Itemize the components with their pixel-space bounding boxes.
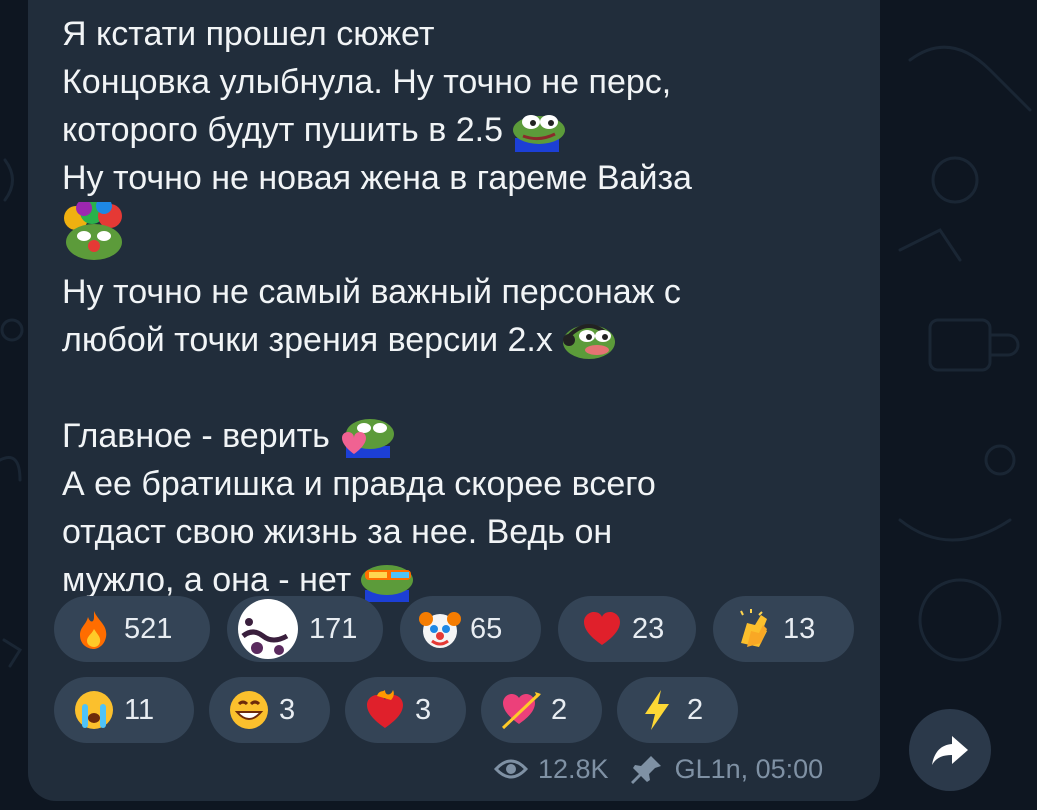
reaction-heart-button[interactable]: 23 xyxy=(558,596,696,662)
grinning-face-icon xyxy=(227,688,271,732)
clown-pepe-emoji-icon xyxy=(62,198,126,264)
message-line: отдаст свою жизнь за нее. Ведь он xyxy=(62,513,613,551)
heart-on-fire-icon xyxy=(363,688,407,732)
author-and-time: GL1n, 05:00 xyxy=(674,753,824,784)
fire-icon xyxy=(72,607,116,651)
message-line: которого будут пушить в 2.5 xyxy=(62,106,872,154)
reaction-clown-button[interactable]: 65 xyxy=(400,596,541,662)
reaction-clap-button[interactable]: 13 xyxy=(713,596,854,662)
share-arrow-icon xyxy=(932,736,968,765)
message-line: Главное - верить xyxy=(62,412,872,460)
message-line: Концовка улыбнула. Ну точно не перс, xyxy=(62,63,672,101)
high-voltage-icon xyxy=(635,688,679,732)
message-line: Ну точно не новая жена в гареме Вайза xyxy=(62,159,692,197)
eye-icon xyxy=(493,752,529,786)
heart-pepe-emoji-icon xyxy=(336,414,396,458)
views-count: 12.8K xyxy=(538,753,609,784)
clapping-hands-icon xyxy=(731,607,775,651)
clown-face-icon xyxy=(418,607,462,651)
reactions-row: 521 171 65 23 13 xyxy=(54,596,854,662)
headset-pepe-emoji-icon xyxy=(559,318,619,362)
message-line: любой точки зрения версии 2.х xyxy=(62,316,872,364)
message-line xyxy=(62,198,872,268)
pepe-frog-emoji-icon xyxy=(509,108,569,152)
pushpin-icon xyxy=(630,752,665,786)
reaction-heart-arrow-button[interactable]: 2 xyxy=(481,677,602,743)
message-line: Я кстати прошел сюжет xyxy=(62,15,435,53)
heart-with-arrow-icon xyxy=(499,688,543,732)
message-meta: 12.8K GL1n, 05:00 xyxy=(493,752,824,786)
red-heart-icon xyxy=(580,607,624,651)
custom-sticker-icon xyxy=(235,596,301,662)
reaction-heart-fire-button[interactable]: 3 xyxy=(345,677,466,743)
reaction-fire-button[interactable]: 521 xyxy=(54,596,210,662)
crying-face-icon xyxy=(72,688,116,732)
message-line: А ее братишка и правда скорее всего xyxy=(62,465,656,503)
reaction-voltage-button[interactable]: 2 xyxy=(617,677,738,743)
reaction-sticker-button[interactable]: 171 xyxy=(227,596,383,662)
share-button[interactable] xyxy=(909,709,991,791)
message-text: Я кстати прошел сюжет Концовка улыбнула.… xyxy=(62,10,872,604)
reactions-row: 11 3 3 2 2 xyxy=(54,677,738,743)
reaction-crying-button[interactable]: 11 xyxy=(54,677,194,743)
reaction-grin-button[interactable]: 3 xyxy=(209,677,330,743)
message-line: Ну точно не самый важный персонаж с xyxy=(62,273,681,311)
